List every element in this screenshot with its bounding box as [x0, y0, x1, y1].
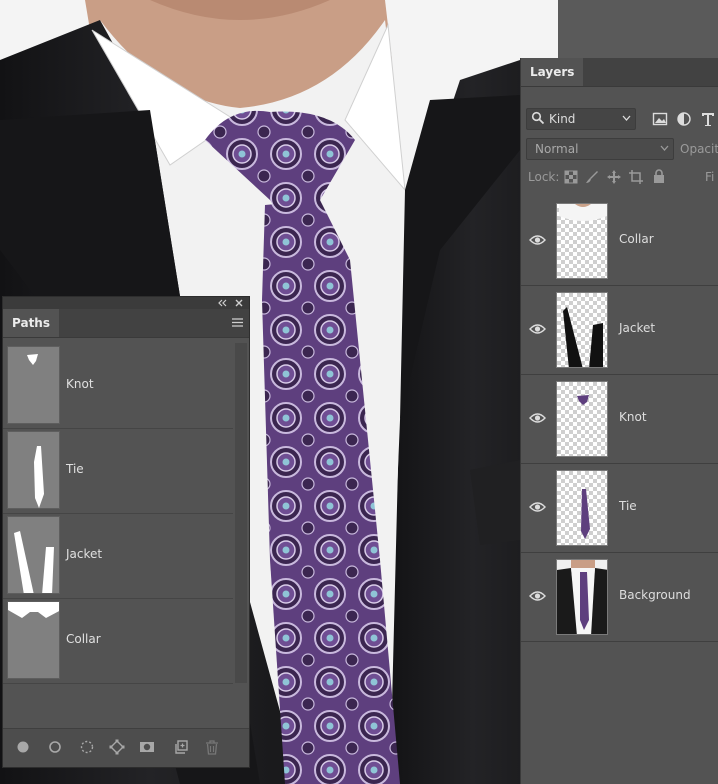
adjustment-filter-icon[interactable]	[676, 111, 692, 127]
path-name: Jacket	[66, 547, 103, 561]
lock-artboard-crop-icon[interactable]	[629, 170, 643, 184]
lock-label: Lock:	[528, 170, 560, 184]
layer-thumbnail-jacket	[556, 292, 608, 368]
lock-image-pixels-brush-icon[interactable]	[585, 170, 599, 184]
layer-row-collar[interactable]: Collar	[521, 197, 718, 286]
paths-bottom-toolbar	[3, 728, 249, 767]
image-filter-icon[interactable]	[652, 111, 668, 127]
tie-thumbnail-image	[581, 489, 590, 539]
path-thumbnail-knot	[7, 346, 60, 424]
add-mask-icon[interactable]	[139, 739, 155, 755]
collar-path-shape	[8, 602, 59, 618]
jacket-thumbnail-image	[563, 307, 603, 367]
visibility-eye-icon[interactable]	[529, 412, 546, 424]
layer-thumbnail-tie	[556, 470, 608, 546]
panel-header-strip[interactable]	[3, 297, 249, 309]
tab-layers[interactable]: Layers	[521, 58, 584, 86]
tie-path-shape	[34, 446, 44, 508]
collar-thumbnail-image	[559, 204, 607, 221]
type-filter-icon[interactable]	[700, 111, 716, 127]
paths-tabbar: Paths	[3, 309, 249, 338]
path-thumbnail-jacket	[7, 516, 60, 594]
visibility-eye-icon[interactable]	[529, 501, 546, 513]
layer-name: Knot	[619, 410, 647, 424]
layer-thumbnail-background	[556, 559, 608, 635]
layer-row-tie[interactable]: Tie	[521, 464, 718, 553]
chevron-down-icon	[622, 115, 631, 121]
layer-name: Jacket	[619, 321, 656, 335]
tab-paths[interactable]: Paths	[3, 309, 59, 337]
path-row-collar[interactable]: Collar	[3, 598, 233, 684]
path-name: Tie	[66, 462, 84, 476]
blend-mode-value: Normal	[535, 142, 579, 156]
layers-panel: Layers Kind Normal Opacity Lock:	[520, 58, 718, 784]
background-thumbnail-image	[557, 560, 607, 634]
layers-tabbar: Layers	[521, 58, 718, 87]
search-icon	[531, 111, 545, 125]
stroke-path-icon[interactable]	[47, 739, 63, 755]
delete-path-trash-icon[interactable]	[204, 739, 220, 755]
lock-row: Lock: Fi	[521, 168, 718, 188]
layer-name: Collar	[619, 232, 654, 246]
paths-scrollbar[interactable]	[235, 343, 247, 683]
path-thumbnail-collar	[7, 601, 60, 679]
layer-thumbnail-collar	[556, 203, 608, 279]
blend-mode-dropdown[interactable]: Normal	[526, 138, 674, 160]
layer-row-jacket[interactable]: Jacket	[521, 286, 718, 375]
make-work-path-icon[interactable]	[109, 739, 125, 755]
close-icon[interactable]	[235, 299, 243, 307]
panel-menu-icon[interactable]	[232, 318, 243, 327]
paths-panel: Paths Knot Tie Jacket Collar	[2, 296, 250, 768]
layer-name: Tie	[619, 499, 637, 513]
layer-name: Background	[619, 588, 691, 602]
path-row-tie[interactable]: Tie	[3, 428, 233, 514]
layer-row-background[interactable]: Background	[521, 553, 718, 642]
fill-path-icon[interactable]	[15, 739, 31, 755]
opacity-label: Opacity	[680, 142, 718, 156]
jacket-path-shape	[14, 531, 54, 593]
path-name: Knot	[66, 377, 94, 391]
knot-thumbnail-image	[577, 395, 589, 405]
layer-thumbnail-knot	[556, 381, 608, 457]
lock-all-icon[interactable]	[652, 169, 666, 184]
visibility-eye-icon[interactable]	[529, 590, 546, 602]
new-path-icon[interactable]	[173, 739, 189, 755]
visibility-eye-icon[interactable]	[529, 323, 546, 335]
path-thumbnail-tie	[7, 431, 60, 509]
lock-position-move-icon[interactable]	[607, 170, 621, 184]
collapse-panel-icon[interactable]	[218, 299, 227, 307]
fill-label: Fi	[705, 170, 715, 184]
chevron-down-icon	[660, 145, 669, 151]
load-path-as-selection-icon[interactable]	[79, 739, 95, 755]
visibility-eye-icon[interactable]	[529, 234, 546, 246]
path-row-jacket[interactable]: Jacket	[3, 513, 233, 599]
layer-filter-dropdown[interactable]: Kind	[526, 108, 636, 130]
path-row-knot[interactable]: Knot	[3, 343, 233, 429]
path-name: Collar	[66, 632, 101, 646]
lock-transparent-pixels-icon[interactable]	[564, 170, 578, 184]
filter-kind-label: Kind	[549, 112, 576, 126]
layer-row-knot[interactable]: Knot	[521, 375, 718, 464]
knot-path-shape	[27, 354, 38, 365]
